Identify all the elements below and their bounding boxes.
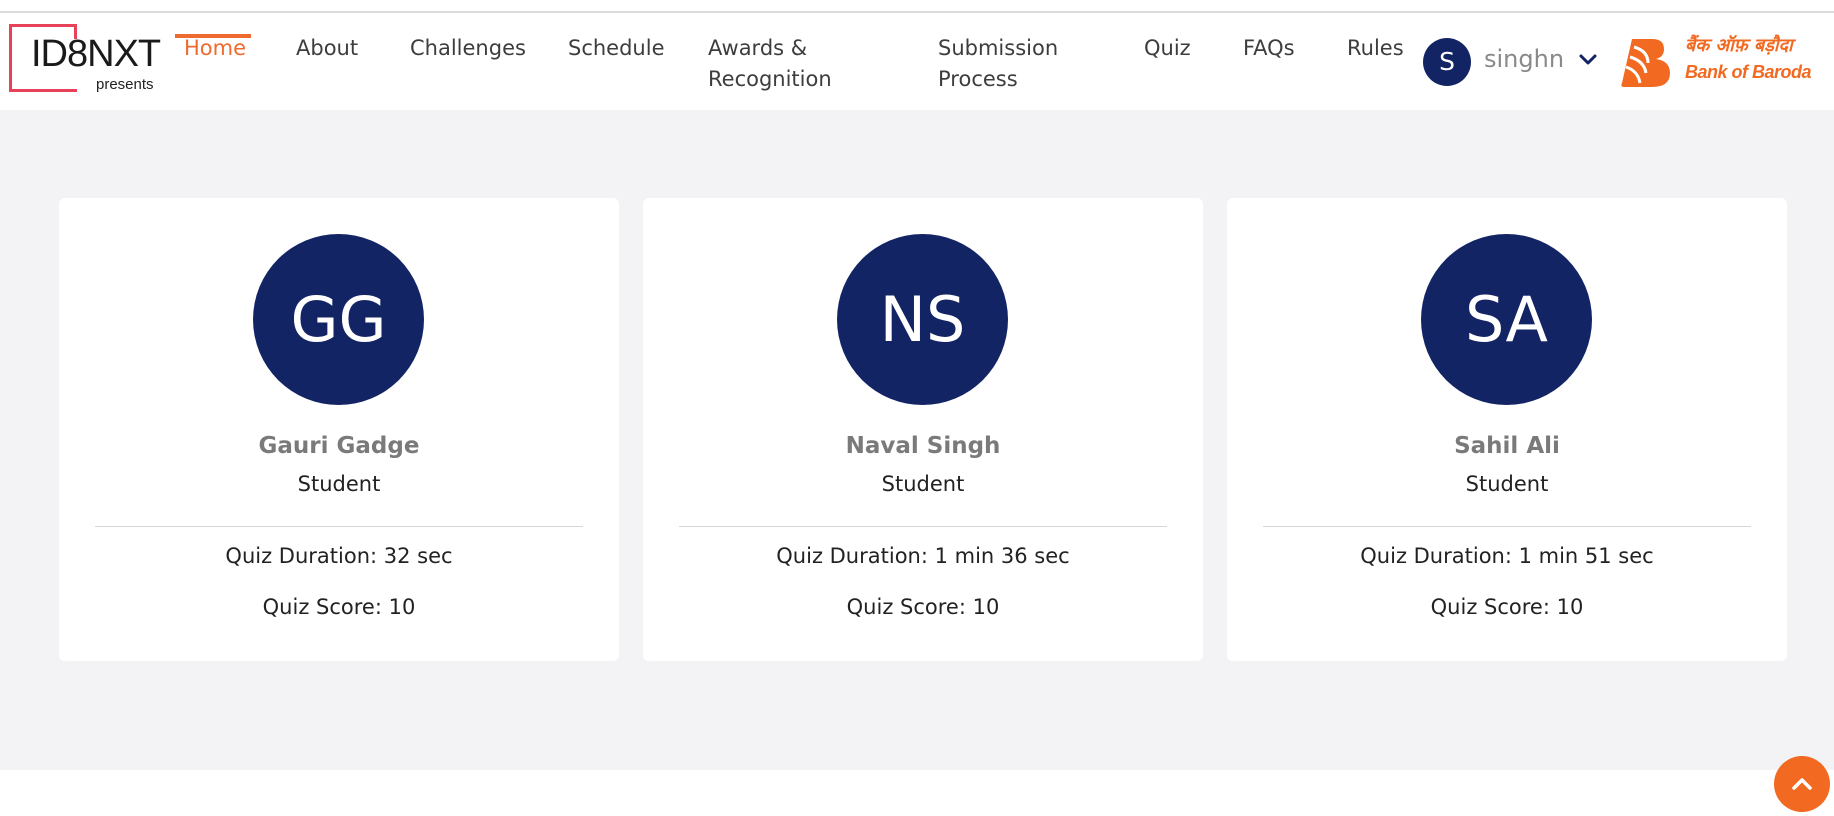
logo-text: ID8NXT: [31, 33, 161, 75]
nav-awards-recognition[interactable]: Awards & Recognition: [708, 33, 832, 95]
card-divider: [95, 526, 583, 527]
participant-card: NS Naval Singh Student Quiz Duration: 1 …: [643, 198, 1203, 661]
participant-name: Naval Singh: [845, 433, 1001, 459]
participant-avatar: NS: [837, 234, 1008, 405]
bank-name-english: Bank of Baroda: [1685, 62, 1812, 82]
quiz-duration: Quiz Duration: 32 sec: [225, 544, 453, 568]
card-divider: [1263, 526, 1751, 527]
participant-name: Gauri Gadge: [258, 433, 420, 459]
page-footer: [0, 770, 1834, 816]
bank-name-hindi: बैंक ऑफ़ बड़ौदा: [1685, 35, 1793, 56]
bank-of-baroda-logo: बैंक ऑफ़ बड़ौदा Bank of Baroda: [1618, 35, 1812, 95]
logo-subtitle: presents: [96, 76, 154, 93]
chevron-down-icon[interactable]: [1575, 47, 1601, 73]
quiz-score: Quiz Score: 10: [262, 595, 416, 619]
user-avatar: S: [1423, 38, 1471, 86]
participant-card: SA Sahil Ali Student Quiz Duration: 1 mi…: [1227, 198, 1787, 661]
participant-name: Sahil Ali: [1454, 433, 1560, 459]
id8nxt-logo[interactable]: ID8NXT presents: [9, 24, 161, 94]
nav-challenges[interactable]: Challenges: [410, 33, 526, 64]
chevron-up-icon: [1792, 778, 1812, 790]
participant-avatar: SA: [1421, 234, 1592, 405]
nav-quiz[interactable]: Quiz: [1144, 33, 1191, 64]
scroll-to-top-button[interactable]: [1774, 756, 1830, 812]
participant-avatar: GG: [253, 234, 424, 405]
site-header: ID8NXT presents Home About Challenges Sc…: [0, 13, 1834, 110]
participant-role: Student: [1465, 472, 1549, 496]
bank-of-baroda-emblem-icon: [1621, 39, 1670, 87]
nav-about[interactable]: About: [296, 33, 358, 64]
quiz-score: Quiz Score: 10: [846, 595, 1000, 619]
participant-role: Student: [297, 472, 381, 496]
participant-role: Student: [881, 472, 965, 496]
quiz-duration: Quiz Duration: 1 min 51 sec: [1360, 544, 1654, 568]
user-name: singhn: [1484, 45, 1565, 73]
nav-home[interactable]: Home: [184, 33, 246, 64]
top-border: [0, 0, 1834, 13]
nav-submission-process[interactable]: Submission Process: [938, 33, 1058, 95]
nav-faqs[interactable]: FAQs: [1243, 33, 1295, 64]
quiz-score: Quiz Score: 10: [1430, 595, 1584, 619]
card-divider: [679, 526, 1167, 527]
user-menu[interactable]: S singhn: [1423, 35, 1603, 86]
quiz-duration: Quiz Duration: 1 min 36 sec: [776, 544, 1070, 568]
nav-rules[interactable]: Rules: [1347, 33, 1404, 64]
nav-schedule[interactable]: Schedule: [568, 33, 665, 64]
participant-card: GG Gauri Gadge Student Quiz Duration: 32…: [59, 198, 619, 661]
